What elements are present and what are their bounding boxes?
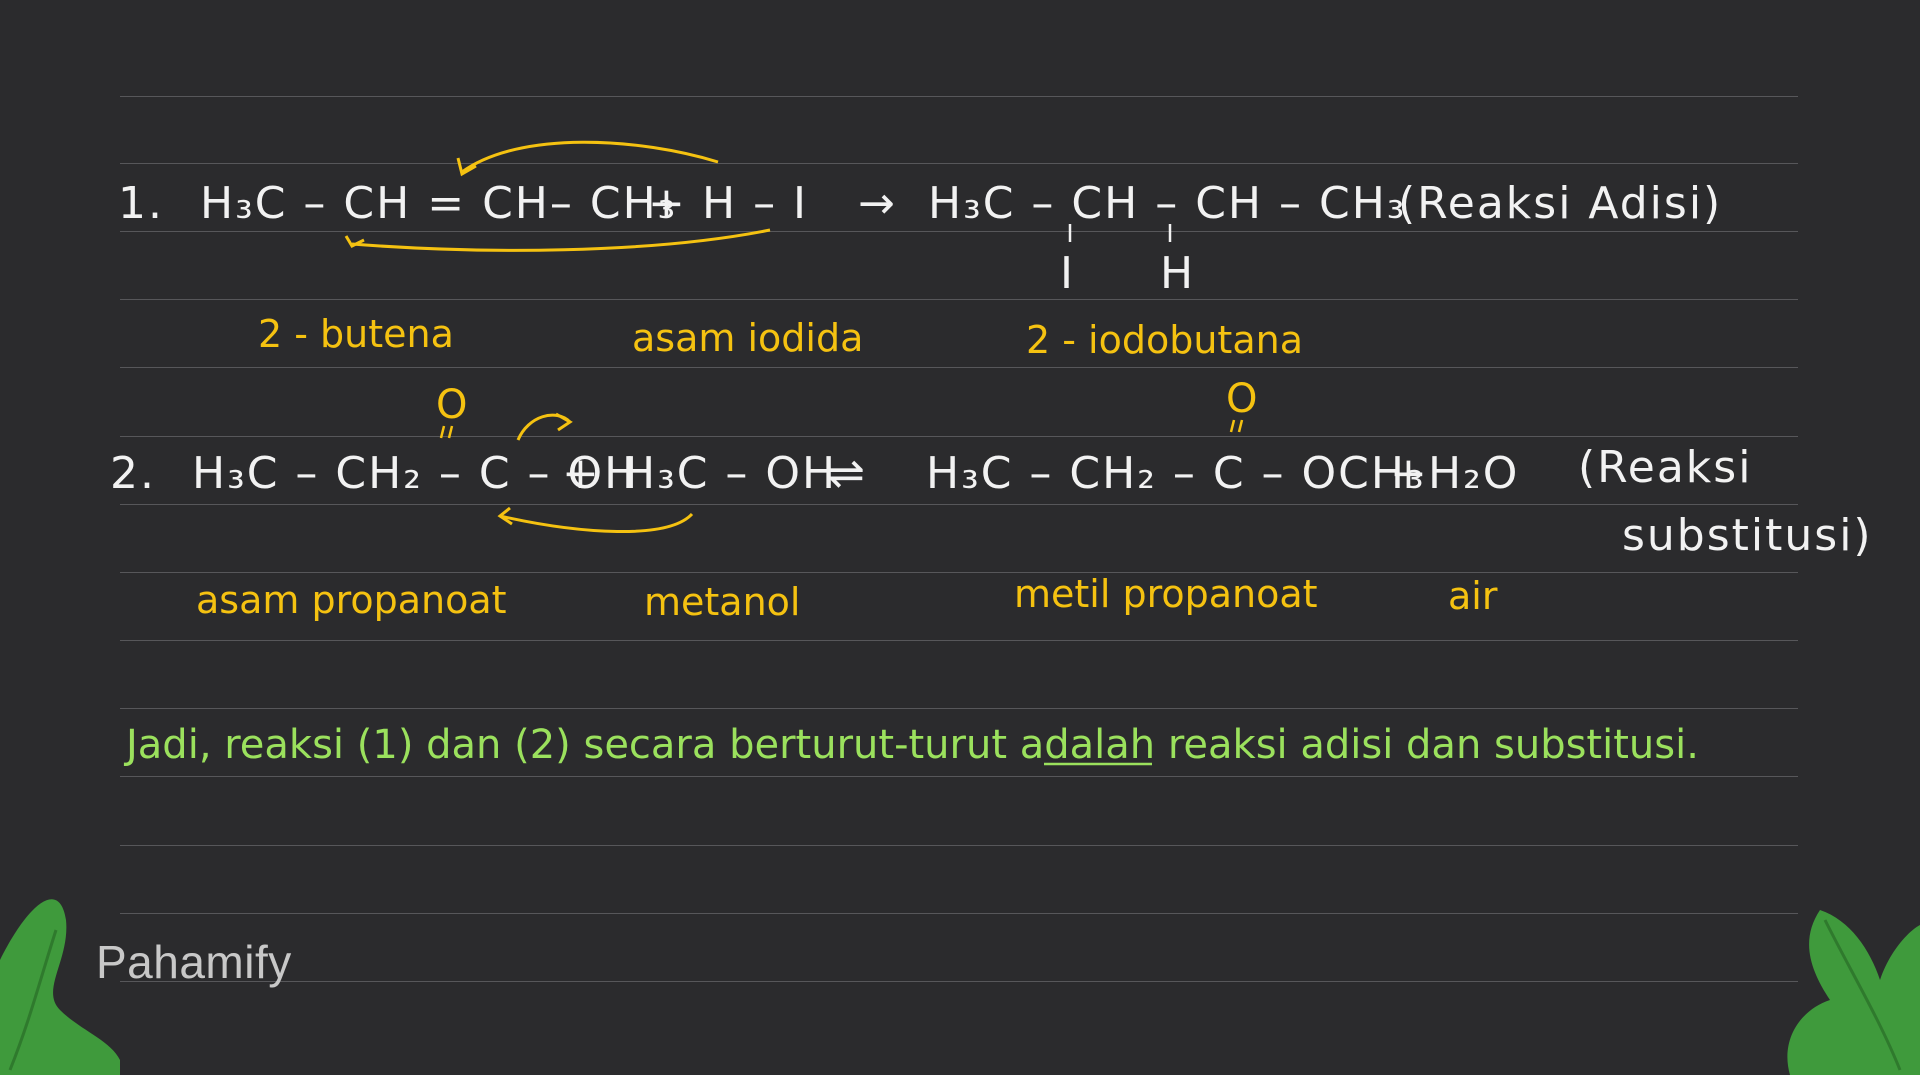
reaction-2-curved-arrow-bottom xyxy=(499,512,694,534)
carbonyl-bond-2 xyxy=(1229,419,1244,433)
reaction-1-underline xyxy=(351,228,771,252)
brand-logo: Pahamify xyxy=(96,936,292,988)
reaction-1-arrowhead xyxy=(456,157,477,177)
reaction-2-curved-arrow-top-head xyxy=(555,412,573,432)
leaf-right-icon xyxy=(1787,910,1920,1075)
carbonyl-bond-1 xyxy=(439,425,454,439)
annotation-strokes xyxy=(0,140,1920,1075)
reaction-1-curved-arrow xyxy=(461,140,719,174)
